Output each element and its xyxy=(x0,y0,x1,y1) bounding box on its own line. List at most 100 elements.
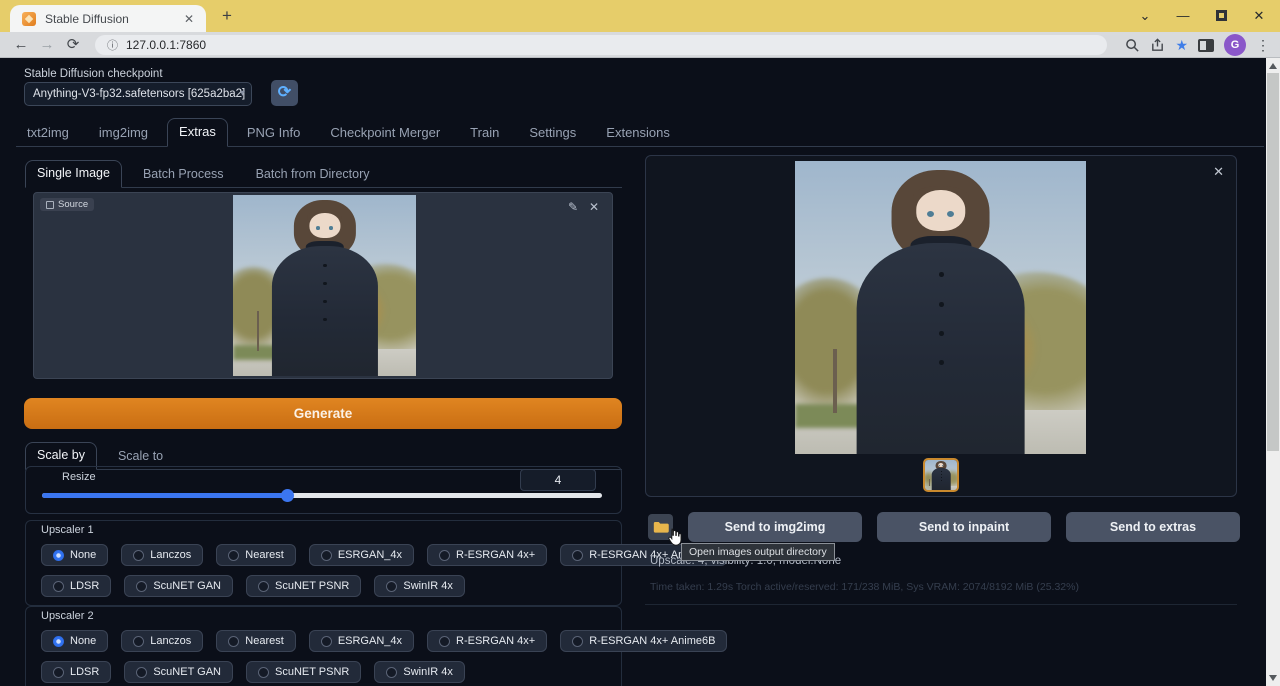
radio-icon xyxy=(321,550,332,561)
tab-settings[interactable]: Settings xyxy=(518,120,587,147)
upscaler1-option-none[interactable]: None xyxy=(41,544,108,566)
mode-tab-single-image[interactable]: Single Image xyxy=(25,160,122,188)
url-text: 127.0.0.1:7860 xyxy=(126,38,206,52)
back-icon[interactable]: ← xyxy=(8,32,34,58)
tab-search-chevron-icon[interactable]: ⌄ xyxy=(1130,4,1160,28)
upscaler2-option-swinir-4x[interactable]: SwinIR 4x xyxy=(374,661,465,683)
share-icon[interactable] xyxy=(1150,38,1165,53)
scroll-up-arrow-icon[interactable] xyxy=(1269,63,1277,69)
browser-tab[interactable]: Stable Diffusion ✕ xyxy=(10,5,206,32)
resize-value-input[interactable]: 4 xyxy=(520,469,596,491)
radio-icon xyxy=(53,667,64,678)
upscaler1-option-scunet-psnr[interactable]: ScuNET PSNR xyxy=(246,575,361,597)
upscaler2-option-none[interactable]: None xyxy=(41,630,108,652)
profile-avatar[interactable]: G xyxy=(1224,34,1246,56)
radio-icon xyxy=(136,667,147,678)
option-label: ESRGAN_4x xyxy=(338,635,402,647)
refresh-checkpoint-button[interactable]: ⟳ xyxy=(271,80,298,106)
upscaler2-option-r-esrgan-4x-anime6b[interactable]: R-ESRGAN 4x+ Anime6B xyxy=(560,630,727,652)
radio-icon xyxy=(258,667,269,678)
option-label: R-ESRGAN 4x+ Anime6B xyxy=(589,635,715,647)
menu-dots-icon[interactable]: ⋮ xyxy=(1256,37,1270,54)
gallery-thumbnail-selected[interactable] xyxy=(923,458,959,492)
upscaler2-option-lanczos[interactable]: Lanczos xyxy=(121,630,203,652)
minimize-button[interactable]: — xyxy=(1168,4,1198,28)
slider-fill xyxy=(42,493,287,498)
radio-icon xyxy=(53,550,64,561)
checkpoint-select[interactable]: Anything-V3-fp32.safetensors [625a2ba2] … xyxy=(24,82,252,106)
upscaler2-options-row2: LDSR ScuNET GAN ScuNET PSNR SwinIR 4x xyxy=(41,661,465,683)
option-label: Nearest xyxy=(245,635,284,647)
upscaler1-option-r-esrgan-4x[interactable]: R-ESRGAN 4x+ xyxy=(427,544,547,566)
upscaler1-option-scunet-gan[interactable]: ScuNET GAN xyxy=(124,575,233,597)
radio-icon xyxy=(53,581,64,592)
upscaler1-option-ldsr[interactable]: LDSR xyxy=(41,575,111,597)
browser-window: Stable Diffusion ✕ + ⌄ — ✕ ← → ⟳ ⓘ 127.0… xyxy=(0,0,1280,686)
tab-train[interactable]: Train xyxy=(459,120,510,147)
upscaler2-option-esrgan-4x[interactable]: ESRGAN_4x xyxy=(309,630,414,652)
generate-button[interactable]: Generate xyxy=(24,398,622,429)
option-label: LDSR xyxy=(70,580,99,592)
new-tab-button[interactable]: + xyxy=(216,6,238,28)
tab-png-info[interactable]: PNG Info xyxy=(236,120,311,147)
tab-img2img[interactable]: img2img xyxy=(88,120,159,147)
upscaler2-option-ldsr[interactable]: LDSR xyxy=(41,661,111,683)
send-to-inpaint-button[interactable]: Send to inpaint xyxy=(877,512,1051,542)
tab-extensions[interactable]: Extensions xyxy=(595,120,681,147)
edit-image-icon[interactable]: ✎ xyxy=(568,200,578,214)
upscaler1-option-lanczos[interactable]: Lanczos xyxy=(121,544,203,566)
site-info-icon[interactable]: ⓘ xyxy=(107,37,118,53)
slider-thumb[interactable] xyxy=(281,489,294,502)
footer-stats-text: Time taken: 1.29s Torch active/reserved:… xyxy=(650,581,1079,593)
upscaler1-option-swinir-4x[interactable]: SwinIR 4x xyxy=(374,575,465,597)
result-image[interactable] xyxy=(795,161,1086,454)
option-label: LDSR xyxy=(70,666,99,678)
option-label: ScuNET GAN xyxy=(153,580,221,592)
mouse-cursor xyxy=(664,526,684,548)
side-panel-icon[interactable] xyxy=(1198,39,1214,52)
upscaler1-option-esrgan-4x[interactable]: ESRGAN_4x xyxy=(309,544,414,566)
upscaler2-option-nearest[interactable]: Nearest xyxy=(216,630,296,652)
option-label: None xyxy=(70,635,96,647)
scroll-down-arrow-icon[interactable] xyxy=(1269,675,1277,681)
option-label: None xyxy=(70,549,96,561)
radio-icon xyxy=(439,550,450,561)
tab-checkpoint-merger[interactable]: Checkpoint Merger xyxy=(319,120,451,147)
mode-tab-batch-process[interactable]: Batch Process xyxy=(132,162,235,188)
forward-icon[interactable]: → xyxy=(34,32,60,58)
thumbnail-image xyxy=(925,460,957,490)
upscaler2-option-scunet-psnr[interactable]: ScuNET PSNR xyxy=(246,661,361,683)
send-to-extras-button[interactable]: Send to extras xyxy=(1066,512,1240,542)
bookmark-star-icon[interactable]: ★ xyxy=(1175,37,1188,54)
restore-button[interactable] xyxy=(1206,4,1236,28)
tab-extras[interactable]: Extras xyxy=(167,118,228,147)
mode-tab-batch-from-directory[interactable]: Batch from Directory xyxy=(245,162,381,188)
upscaler1-options-row1: NoneLanczosNearestESRGAN_4xR-ESRGAN 4x+R… xyxy=(41,544,727,566)
radio-icon xyxy=(258,581,269,592)
main-tabs: txt2img img2img Extras PNG Info Checkpoint M… xyxy=(16,118,1264,147)
address-bar[interactable]: ⓘ 127.0.0.1:7860 xyxy=(95,35,1107,55)
tab-close-icon[interactable]: ✕ xyxy=(180,12,198,26)
panel-divider xyxy=(645,604,1237,605)
scrollbar-thumb[interactable] xyxy=(1267,73,1279,451)
upscaler1-label: Upscaler 1 xyxy=(41,524,94,536)
reload-icon[interactable]: ⟳ xyxy=(60,32,86,58)
zoom-icon[interactable] xyxy=(1125,38,1140,53)
radio-icon xyxy=(439,636,450,647)
upscaler2-option-r-esrgan-4x[interactable]: R-ESRGAN 4x+ xyxy=(427,630,547,652)
upscaler1-option-nearest[interactable]: Nearest xyxy=(216,544,296,566)
option-label: ScuNET GAN xyxy=(153,666,221,678)
upscaler2-option-scunet-gan[interactable]: ScuNET GAN xyxy=(124,661,233,683)
send-to-img2img-button[interactable]: Send to img2img xyxy=(688,512,862,542)
clear-image-icon[interactable]: ✕ xyxy=(589,200,599,214)
source-image-dropzone[interactable]: Source ✎ ✕ xyxy=(33,192,613,379)
page-scrollbar[interactable] xyxy=(1266,58,1280,686)
tab-txt2img[interactable]: txt2img xyxy=(16,120,80,147)
option-label: Nearest xyxy=(245,549,284,561)
gallery-close-icon[interactable]: ✕ xyxy=(1213,164,1224,180)
window-close-button[interactable]: ✕ xyxy=(1244,4,1274,28)
radio-icon xyxy=(53,636,64,647)
option-label: Lanczos xyxy=(150,635,191,647)
radio-icon xyxy=(386,581,397,592)
resize-slider[interactable] xyxy=(42,493,602,498)
